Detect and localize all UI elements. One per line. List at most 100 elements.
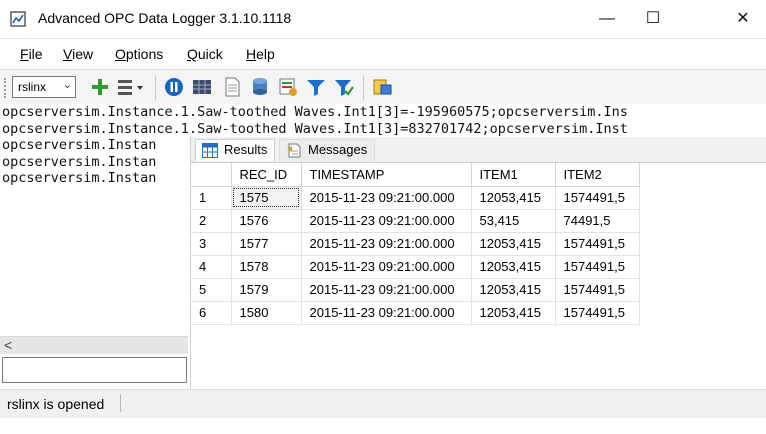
menu-options-label: ptions [125,46,164,62]
add-icon[interactable] [90,77,110,97]
list-menu-icon[interactable] [116,77,146,97]
cell-timestamp[interactable]: 2015-11-23 09:21:00.000 [301,232,472,256]
tab-messages[interactable]: Messages [279,139,375,161]
row-number[interactable]: 2 [191,209,232,233]
export-icon[interactable] [372,77,392,97]
close-button[interactable]: ✕ [720,0,766,38]
grid-table-icon [202,143,218,158]
minimize-button[interactable]: — [584,0,630,38]
cell-item1[interactable]: 12053,415 [471,186,556,210]
cell-item1[interactable]: 12053,415 [471,232,556,256]
menu-view-label: iew [72,46,94,62]
grid-header-row: REC_ID TIMESTAMP ITEM1 ITEM2 [191,163,640,187]
status-bar: rslinx is opened [0,389,766,418]
cell-item2[interactable]: 1574491,5 [555,232,640,256]
cell-rec-id[interactable]: 1577 [231,232,302,256]
report-icon[interactable] [278,77,298,97]
app-logo-icon [10,11,26,27]
command-input[interactable] [2,357,187,383]
filter-icon[interactable] [306,77,326,97]
log-line: opcserversim.Instan [2,153,157,170]
menu-options[interactable]: Options [115,46,163,62]
grid-corner-header[interactable] [191,163,232,187]
row-number[interactable]: 3 [191,232,232,256]
row-number[interactable]: 4 [191,255,232,279]
results-tabstrip: Results Messages [191,137,766,163]
tab-results-label: Results [224,142,268,157]
horizontal-scrollbar[interactable]: < [0,336,188,354]
document-icon[interactable] [222,77,242,97]
results-grid: REC_ID TIMESTAMP ITEM1 ITEM2 1 1575 2015… [191,163,640,325]
window-title: Advanced OPC Data Logger 3.1.10.1118 [38,10,292,26]
column-header-item2[interactable]: ITEM2 [555,163,640,187]
toolbar-grip[interactable] [4,78,9,98]
cell-item1[interactable]: 12053,415 [471,255,556,279]
cell-rec-id[interactable]: 1579 [231,278,302,302]
toolbar-separator [363,76,364,100]
database-icon[interactable] [250,77,270,97]
menu-help[interactable]: Help [246,46,275,62]
cell-timestamp[interactable]: 2015-11-23 09:21:00.000 [301,301,472,325]
server-select[interactable]: rslinx ⌄ [12,76,76,98]
log-line: opcserversim.Instance.1.Saw-toothed Wave… [2,120,628,137]
table-row[interactable]: 3 1577 2015-11-23 09:21:00.000 12053,415… [191,232,640,256]
cell-rec-id[interactable]: 1575 [231,186,302,210]
cell-item2[interactable]: 1574491,5 [555,255,640,279]
pause-icon[interactable] [164,77,184,97]
chevron-down-icon: ⌄ [62,79,72,91]
tab-messages-label: Messages [308,142,368,157]
tab-results[interactable]: Results [195,139,275,161]
column-header-rec-id[interactable]: REC_ID [231,163,302,187]
table-row[interactable]: 5 1579 2015-11-23 09:21:00.000 12053,415… [191,278,640,302]
log-line: opcserversim.Instan [2,137,157,153]
log-line: opcserversim.Instan [2,170,157,186]
menu-file-label: ile [28,46,43,62]
status-separator [120,394,121,412]
grid-icon[interactable] [192,77,212,97]
menu-help-label: elp [256,46,275,62]
menu-quick-mnemonic: Q [187,46,198,62]
cell-rec-id[interactable]: 1580 [231,301,302,325]
table-row[interactable]: 2 1576 2015-11-23 09:21:00.000 53,415 74… [191,209,640,233]
server-select-value: rslinx [18,80,47,94]
cell-item2[interactable]: 74491,5 [555,209,640,233]
cell-timestamp[interactable]: 2015-11-23 09:21:00.000 [301,186,472,210]
messages-icon [287,143,301,158]
filter-check-icon[interactable] [334,77,354,97]
table-row[interactable]: 4 1578 2015-11-23 09:21:00.000 12053,415… [191,255,640,279]
cell-timestamp[interactable]: 2015-11-23 09:21:00.000 [301,255,472,279]
cell-item2[interactable]: 1574491,5 [555,278,640,302]
row-number[interactable]: 1 [191,186,232,210]
maximize-button[interactable]: ☐ [630,0,676,38]
menu-bar: File View Options Quick Help [0,38,766,69]
row-number[interactable]: 6 [191,301,232,325]
menu-file-mnemonic: F [20,46,29,62]
status-text: rslinx is opened [7,396,105,412]
cell-item2[interactable]: 1574491,5 [555,301,640,325]
column-header-item1[interactable]: ITEM1 [471,163,556,187]
table-row[interactable]: 1 1575 2015-11-23 09:21:00.000 12053,415… [191,186,640,210]
cell-timestamp[interactable]: 2015-11-23 09:21:00.000 [301,278,472,302]
cell-item1[interactable]: 12053,415 [471,301,556,325]
toolbar-separator [155,76,156,100]
menu-quick-label: uick [197,46,223,62]
toolbar: rslinx ⌄ [0,69,766,105]
table-row[interactable]: 6 1580 2015-11-23 09:21:00.000 12053,415… [191,301,640,325]
menu-view-mnemonic: V [63,46,73,62]
cell-item1[interactable]: 53,415 [471,209,556,233]
menu-file[interactable]: File [20,46,43,62]
cell-rec-id[interactable]: 1576 [231,209,302,233]
cell-timestamp[interactable]: 2015-11-23 09:21:00.000 [301,209,472,233]
menu-quick[interactable]: Quick [187,46,223,62]
cell-item1[interactable]: 12053,415 [471,278,556,302]
row-number[interactable]: 5 [191,278,232,302]
cell-item2[interactable]: 1574491,5 [555,186,640,210]
scroll-left-icon[interactable]: < [4,337,12,354]
menu-view[interactable]: View [63,46,93,62]
title-bar: Advanced OPC Data Logger 3.1.10.1118 — ☐… [0,0,766,38]
log-line: opcserversim.Instance.1.Saw-toothed Wave… [2,104,628,120]
cell-rec-id[interactable]: 1578 [231,255,302,279]
menu-options-mnemonic: O [115,46,126,62]
menu-help-mnemonic: H [246,46,257,62]
column-header-timestamp[interactable]: TIMESTAMP [301,163,472,187]
